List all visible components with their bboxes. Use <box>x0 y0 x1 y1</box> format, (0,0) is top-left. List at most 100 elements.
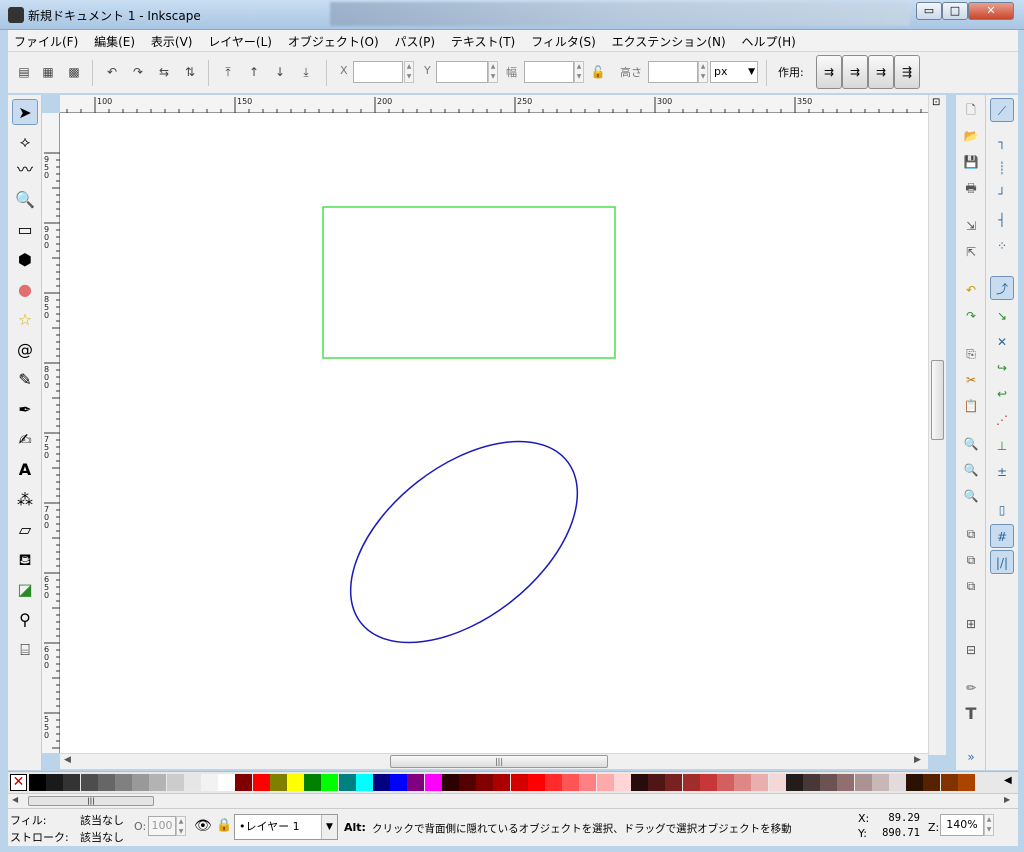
unlink-clone-icon[interactable]: ⧉ <box>961 576 981 596</box>
select-all-layers-icon[interactable]: ▦ <box>38 62 58 82</box>
copy-icon[interactable]: ⎘ <box>961 344 981 364</box>
zoom-selection-icon[interactable]: 🔍 <box>961 434 981 454</box>
menu-filters[interactable]: フィルタ(S) <box>525 30 602 50</box>
color-swatch[interactable] <box>235 774 253 791</box>
raise-to-top-icon[interactable]: ⤒ <box>218 62 238 82</box>
no-paint-swatch[interactable]: ✕ <box>10 774 27 791</box>
color-swatch[interactable] <box>218 774 236 791</box>
zoom-spinner[interactable]: ▲ ▼ <box>984 814 994 836</box>
color-swatch[interactable] <box>493 774 511 791</box>
color-swatch[interactable] <box>768 774 786 791</box>
menu-path[interactable]: パス(P) <box>388 30 441 50</box>
color-swatch[interactable] <box>889 774 906 791</box>
scroll-right-icon[interactable]: ▶ <box>914 755 921 765</box>
zoom-icon[interactable]: 🔍 <box>12 187 38 213</box>
snap-bbox-edge-icon[interactable]: ┊ <box>990 156 1014 180</box>
color-swatch[interactable] <box>287 774 304 791</box>
lower-to-bottom-icon[interactable]: ⤓ <box>296 62 316 82</box>
color-swatch[interactable] <box>665 774 683 791</box>
calligraphy-icon[interactable]: ✍ <box>12 427 38 453</box>
opacity-spinner[interactable]: ▲ ▼ <box>176 816 186 836</box>
color-swatch[interactable] <box>46 774 64 791</box>
color-swatch[interactable] <box>957 774 975 791</box>
color-swatch[interactable] <box>304 774 322 791</box>
snap-bbox-corner-icon[interactable]: ┘ <box>990 182 1014 206</box>
unit-select[interactable]: px ▼ <box>710 61 758 83</box>
color-swatch[interactable] <box>682 774 700 791</box>
snap-path-icon[interactable]: ↘ <box>990 304 1014 328</box>
snap-rotation-center-icon[interactable]: ± <box>990 460 1014 484</box>
snap-bbox-icon[interactable]: ┐ <box>990 130 1014 154</box>
tweak-icon[interactable]: 〰 <box>12 157 38 183</box>
ungroup-icon[interactable]: ⊟ <box>961 640 981 660</box>
color-swatch[interactable] <box>734 774 752 791</box>
color-swatch[interactable] <box>407 774 425 791</box>
color-swatch[interactable] <box>631 774 648 791</box>
color-swatch[interactable] <box>80 774 98 791</box>
cut-icon[interactable]: ✂ <box>961 370 981 390</box>
color-swatch[interactable] <box>321 774 339 791</box>
transform-gradient-toggle[interactable]: ⇉ <box>868 55 894 89</box>
color-swatch[interactable] <box>29 774 46 791</box>
zoom-fit-icon[interactable]: ⊡ <box>932 97 940 108</box>
color-swatch[interactable] <box>871 774 889 791</box>
color-swatch[interactable] <box>166 774 184 791</box>
width-spinner[interactable]: ▲ ▼ <box>574 61 584 83</box>
green-rectangle[interactable] <box>322 206 616 359</box>
select-all-icon[interactable]: ▤ <box>14 62 34 82</box>
drawing-canvas[interactable] <box>60 113 928 753</box>
color-swatch[interactable] <box>717 774 734 791</box>
scroll-left-icon[interactable]: ◀ <box>64 755 71 765</box>
color-swatch[interactable] <box>820 774 838 791</box>
eraser-icon[interactable]: ▱ <box>12 517 38 543</box>
opacity-field[interactable]: 100 <box>148 816 176 836</box>
stroke-value[interactable]: 該当なし <box>80 829 124 845</box>
color-swatch[interactable] <box>115 774 132 791</box>
more-icon[interactable]: » <box>961 747 981 767</box>
height-field[interactable] <box>648 61 698 83</box>
y-spinner[interactable]: ▲ ▼ <box>488 61 498 83</box>
snap-object-center-icon[interactable]: ⊥ <box>990 434 1014 458</box>
color-swatch[interactable] <box>441 774 459 791</box>
pen-icon[interactable]: ✒ <box>12 397 38 423</box>
color-swatch[interactable] <box>545 774 562 791</box>
snap-midpoint-icon[interactable]: ⋰ <box>990 408 1014 432</box>
palette-menu-icon[interactable]: ◀ <box>1004 775 1012 786</box>
text-icon[interactable]: A <box>12 457 38 483</box>
minimize-button[interactable]: ▭ <box>916 2 942 20</box>
flip-horizontal-icon[interactable]: ⇆ <box>154 62 174 82</box>
color-swatch[interactable] <box>476 774 494 791</box>
fill-value[interactable]: 該当なし <box>80 812 124 828</box>
menu-text[interactable]: テキスト(T) <box>445 30 521 50</box>
layer-select[interactable]: •レイヤー 1 ▼ <box>234 814 338 840</box>
open-icon[interactable]: 📂 <box>961 126 981 146</box>
menu-extensions[interactable]: エクステンション(N) <box>606 30 732 50</box>
box3d-icon[interactable]: ⬢ <box>12 247 38 273</box>
rect-icon[interactable]: ▭ <box>12 217 38 243</box>
color-swatch[interactable] <box>510 774 528 791</box>
color-swatch[interactable] <box>201 774 218 791</box>
import-icon[interactable]: ⇲ <box>961 216 981 236</box>
lock-icon[interactable]: 🔓 <box>588 62 608 82</box>
width-field[interactable] <box>524 61 574 83</box>
scale-corners-toggle[interactable]: ⇉ <box>842 55 868 89</box>
gradient-icon[interactable]: ◪ <box>12 577 38 603</box>
snap-guide-icon[interactable]: |/| <box>990 550 1014 574</box>
color-swatch[interactable] <box>97 774 115 791</box>
new-document-icon[interactable]: 🗋 <box>961 100 981 120</box>
color-swatch[interactable] <box>459 774 476 791</box>
vertical-scrollbar[interactable]: ⊡ <box>928 95 946 755</box>
node-icon[interactable]: ⟡ <box>12 129 38 155</box>
lower-icon[interactable]: ↓ <box>270 62 290 82</box>
dropper-icon[interactable]: ⚲ <box>12 607 38 633</box>
snap-cusp-icon[interactable]: ↪ <box>990 356 1014 380</box>
paste-icon[interactable]: 📋 <box>961 396 981 416</box>
color-swatch[interactable] <box>424 774 442 791</box>
color-swatch[interactable] <box>613 774 631 791</box>
snap-grid-icon[interactable]: # <box>990 524 1014 548</box>
undo-icon[interactable]: ↶ <box>961 280 981 300</box>
snap-intersection-icon[interactable]: ✕ <box>990 330 1014 354</box>
group-icon[interactable]: ⊞ <box>961 614 981 634</box>
zoom-drawing-icon[interactable]: 🔍 <box>961 460 981 480</box>
snap-bbox-mid-icon[interactable]: ┤ <box>990 208 1014 232</box>
